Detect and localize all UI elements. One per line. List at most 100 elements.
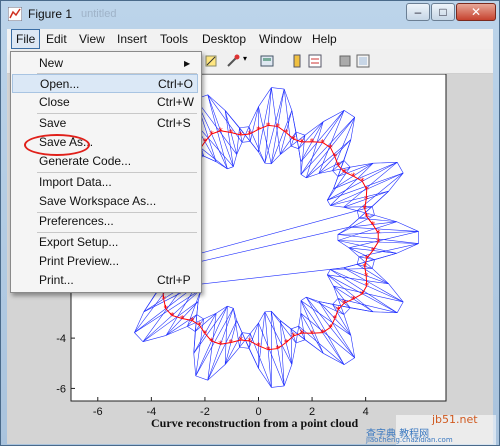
menu-help[interactable]: Help	[308, 30, 341, 48]
menuitem-shortcut: Ctrl+S	[157, 116, 191, 130]
minimize-button[interactable]: –	[406, 3, 430, 21]
menu-insert[interactable]: Insert	[113, 30, 151, 48]
point-marker: *	[229, 128, 234, 138]
brush-icon[interactable]	[225, 53, 241, 69]
point-marker: *	[328, 323, 333, 333]
point-marker: *	[247, 130, 252, 140]
point-marker: *	[360, 177, 365, 187]
menu-tools[interactable]: Tools	[156, 30, 192, 48]
menuitem-shortcut: Ctrl+P	[157, 273, 191, 287]
point-marker: *	[266, 121, 271, 131]
point-marker: *	[256, 125, 261, 135]
menuitem-label: Print...	[39, 273, 74, 287]
close-button[interactable]: ✕	[456, 3, 496, 21]
point-marker: *	[300, 138, 305, 148]
menuitem-export-setup[interactable]: Export Setup...	[12, 233, 198, 252]
data-cursor-icon[interactable]	[203, 53, 219, 69]
menuitem-print-preview[interactable]: Print Preview...	[12, 252, 198, 271]
menuitem-new[interactable]: New ▶	[12, 54, 198, 73]
menuitem-label: Close	[39, 95, 70, 109]
watermark-line3: jiaocheng.chazidian.com	[366, 436, 453, 444]
point-marker: *	[371, 220, 376, 230]
point-marker: *	[218, 340, 223, 350]
point-marker: *	[351, 295, 356, 305]
point-marker: *	[310, 329, 315, 339]
point-marker: *	[320, 138, 325, 148]
show-plot-tools-icon[interactable]	[355, 53, 371, 69]
point-marker: *	[170, 311, 175, 321]
point-marker: *	[336, 305, 341, 315]
matlab-figure-icon	[8, 7, 22, 21]
maximize-icon: □	[439, 5, 447, 19]
point-marker: *	[190, 316, 195, 326]
menu-desktop[interactable]: Desktop	[198, 30, 250, 48]
point-marker: *	[333, 314, 338, 324]
menuitem-print[interactable]: Print... Ctrl+P	[12, 271, 198, 290]
legend-icon[interactable]	[307, 53, 323, 69]
x-tick-label: 4	[363, 406, 369, 418]
menuitem-label: Save	[39, 116, 67, 130]
menuitem-label: Save Workspace As...	[39, 194, 157, 208]
menuitem-open[interactable]: Open... Ctrl+O	[12, 74, 198, 93]
menu-edit[interactable]: Edit	[42, 30, 71, 48]
watermark-line1: jb51.net	[432, 413, 478, 426]
point-marker: *	[364, 272, 369, 282]
point-marker: *	[180, 314, 185, 324]
plot-xlabel: Curve reconstruction from a point cloud	[151, 416, 359, 430]
point-marker: *	[239, 131, 244, 141]
point-marker: *	[364, 185, 369, 195]
menuitem-label: Preferences...	[39, 214, 114, 228]
menuitem-generate-code[interactable]: Generate Code...	[12, 152, 198, 171]
point-marker: *	[203, 329, 208, 339]
point-marker: *	[275, 122, 280, 132]
menuitem-save-workspace-as[interactable]: Save Workspace As...	[12, 192, 198, 211]
point-marker: *	[364, 195, 369, 205]
point-marker: *	[371, 247, 376, 257]
background-window-title: untitled	[81, 8, 117, 20]
point-marker: *	[333, 153, 338, 163]
menu-view[interactable]: View	[75, 30, 109, 48]
point-marker: *	[291, 332, 296, 342]
point-marker: *	[256, 342, 261, 352]
point-marker: *	[376, 229, 381, 239]
point-marker: *	[163, 305, 168, 315]
point-marker: *	[197, 321, 202, 331]
colorbar-icon[interactable]	[289, 53, 305, 69]
point-marker: *	[336, 162, 341, 172]
brush-dropdown-icon[interactable]: ▾	[243, 54, 247, 63]
y-tick-label: -6	[56, 383, 66, 395]
watermark: jb51.net 查字典 教程网 jiaocheng.chazidian.com	[366, 413, 496, 445]
menuitem-label: Import Data...	[39, 175, 112, 189]
point-marker: *	[239, 336, 244, 346]
link-plot-icon[interactable]	[259, 53, 275, 69]
point-marker: *	[328, 144, 333, 154]
menu-file[interactable]: File	[11, 29, 41, 49]
title-bar: Figure 1 untitled – □ ✕	[1, 1, 499, 29]
menuitem-label: Open...	[40, 77, 80, 91]
point-marker: *	[203, 138, 208, 148]
point-marker: *	[266, 346, 271, 356]
menuitem-label: Export Setup...	[39, 235, 119, 249]
menu-window[interactable]: Window	[255, 30, 306, 48]
point-marker: *	[209, 130, 214, 140]
maximize-button[interactable]: □	[431, 3, 455, 21]
menuitem-import-data[interactable]: Import Data...	[12, 173, 198, 192]
hide-plot-tools-icon[interactable]	[337, 53, 353, 69]
menuitem-shortcut: Ctrl+W	[157, 95, 194, 109]
point-marker: *	[284, 128, 289, 138]
y-tick-label: -4	[56, 333, 66, 345]
menuitem-preferences[interactable]: Preferences...	[12, 212, 198, 231]
point-marker: *	[209, 337, 214, 347]
point-marker: *	[161, 295, 166, 305]
point-marker: *	[342, 168, 347, 178]
point-marker: *	[284, 339, 289, 349]
point-marker: *	[291, 135, 296, 145]
file-menu-dropdown: New ▶ Open... Ctrl+O Close Ctrl+W Save Ctrl+…	[10, 51, 202, 293]
point-marker: *	[376, 238, 381, 248]
figure-window: Figure 1 untitled – □ ✕ File Edit View I…	[0, 0, 500, 446]
menuitem-save[interactable]: Save Ctrl+S	[12, 114, 198, 133]
menu-bar: File Edit View Insert Tools Desktop Wind…	[7, 29, 493, 49]
point-marker: *	[310, 138, 315, 148]
point-marker: *	[364, 282, 369, 292]
menuitem-close[interactable]: Close Ctrl+W	[12, 93, 198, 112]
